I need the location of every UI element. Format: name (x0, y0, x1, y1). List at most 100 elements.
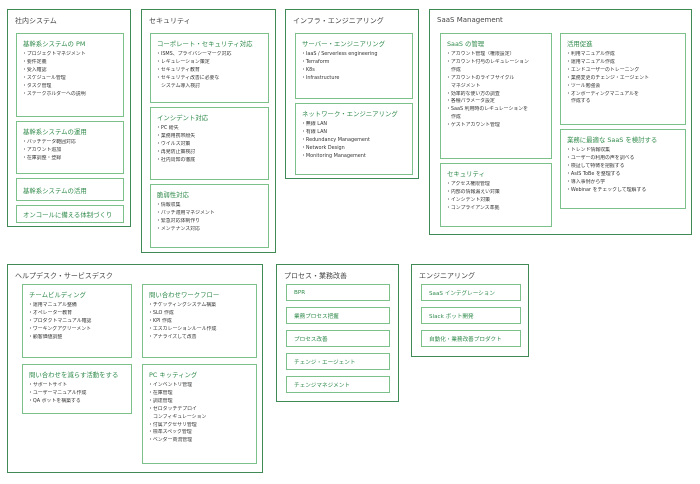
list-item: ・標準スペック管理 (148, 429, 192, 436)
box-saas-security: セキュリティ ・アクセス権限管理 ・内部の情報漏えい対策 ・インシデント対策 ・… (440, 163, 552, 227)
list-item: ・要件定義 (22, 58, 47, 65)
list-item: ・Terraform (301, 58, 330, 65)
box-title: チームビルディング (29, 291, 86, 299)
list-item: ・顧客価値調整 (28, 333, 63, 340)
list-item: ・各種パラメータ設定 (446, 98, 495, 105)
list-item: ・パッチ適用マネジメント (156, 209, 215, 216)
list-item: ・利用マニュアル作成 (566, 51, 615, 57)
pill-slack-bot: Slack ボット開発 (421, 307, 521, 324)
section-infra: インフラ・エンジニアリング サーバー・エンジニアリング ・IaaS / Serv… (285, 9, 419, 179)
box-inquiry-workflow: 問い合わせワークフロー ・チケッティングシステム構築 ・SLO 作成 ・KPI … (142, 284, 257, 358)
list-item: ・IaaS / Serverless engineering (301, 51, 378, 57)
box-katsuyo-sokushin: 活用促進 ・利用マニュアル作成 ・運用マニュアル作成 ・エンドユーザーのトレーニ… (560, 33, 686, 125)
item-list: ・情報収集 ・パッチ適用マネジメント ・緊急対応体制作り ・メンテナンス対応 (156, 202, 265, 234)
list-item: ・セキュリティ教育 (156, 66, 200, 73)
list-item: ・オンボーディングマニュアルを (566, 90, 639, 97)
list-item: ・Webinar をチェックして理解する (566, 186, 647, 193)
section-title: 社内システム (15, 17, 57, 25)
list-item: ・在庫調整・登録 (22, 154, 62, 161)
item-list: ・チケッティングシステム構築 ・SLO 作成 ・KPI 作成 ・エスカレーション… (148, 302, 253, 342)
box-corporate-security: コーポレート・セキュリティ対応 ・ISMS、プライバシーマーク対応 ・レギュレー… (150, 33, 269, 103)
box-title: PC キッティング (149, 371, 198, 379)
box-title: ネットワーク・エンジニアリング (302, 110, 398, 118)
box-server-engineering: サーバー・エンジニアリング ・IaaS / Serverless enginee… (295, 33, 413, 99)
list-item: ・エンドユーザーのトレーニング (566, 66, 640, 73)
list-item: ・インベントリ管理 (148, 382, 193, 388)
box-kikan-pm: 基幹系システムの PM ・プロジェクトマネジメント ・要件定義 ・受入確認 ・ス… (16, 33, 124, 117)
item-list: ・IaaS / Serverless engineering ・Terrafor… (301, 51, 409, 83)
list-item: ・Redundancy Management (301, 136, 370, 143)
box-title: セキュリティ (447, 170, 485, 178)
section-title: ヘルプデスク・サービスデスク (15, 272, 113, 280)
list-item: ・運用マニュアル作成 (566, 58, 615, 65)
list-item: ・スケジュール管理 (22, 74, 66, 81)
list-item: ・エスカレーションルール作成 (148, 325, 217, 332)
list-item: ・情報収集 (156, 202, 181, 208)
list-item: ・在庫管理 (148, 389, 173, 396)
section-shanai: 社内システム 基幹系システムの PM ・プロジェクトマネジメント ・要件定義 ・… (7, 9, 131, 227)
list-item: ・受入確認 (22, 66, 47, 73)
box-title: 問い合わせを減らす活動をする (29, 371, 119, 379)
list-item: ・ベンダー商流管理 (148, 437, 193, 444)
box-pc-kitting: PC キッティング ・インベントリ管理 ・在庫管理 ・調達管理 ・ゼロタッチデプ… (142, 364, 257, 464)
list-item: ・タスク管理 (22, 82, 52, 89)
list-item: ・ツール勉強会 (566, 82, 601, 89)
item-list: ・利用マニュアル作成 ・運用マニュアル作成 ・エンドユーザーのトレーニング ・業… (566, 51, 682, 106)
list-item: ・コンプライアンス準拠 (446, 204, 500, 211)
box-title: 基幹系システムの運用 (23, 128, 87, 136)
box-title: 基幹系システムの活用 (23, 187, 87, 195)
list-item: ・Infrastructure (301, 74, 340, 81)
box-vulnerability: 脆弱性対応 ・情報収集 ・パッチ適用マネジメント ・緊急対応体制作り ・メンテナ… (150, 184, 269, 248)
box-oncall: オンコールに備える体制づくり (16, 205, 124, 223)
list-item: ・内部の情報漏えい対策 (446, 188, 500, 195)
list-item: ・効率的な使い方の調査 (446, 90, 500, 97)
list-item: ・無線 LAN (301, 121, 328, 127)
box-title: 基幹系システムの PM (23, 40, 86, 48)
section-saas-management: SaaS Management SaaS の管理 ・アカウント管理（権限設定） … (429, 9, 692, 235)
section-process: プロセス・業務改善 BPR 業務プロセス把握 プロセス改善 チェンジ・エージェン… (276, 264, 399, 402)
list-item: ・ゲストアカウント管理 (446, 122, 500, 129)
list-item: ・ウイルス対策 (156, 140, 191, 147)
item-list: ・サポートサイト ・ユーザーマニュアル作成 ・QA ボットを構築する (28, 382, 128, 406)
list-item: ・サポートサイト (28, 382, 68, 388)
list-item: ・PC 紛失 (156, 125, 179, 131)
list-item: マネジメント (451, 82, 481, 89)
list-item: 作成 (451, 66, 461, 73)
box-kikan-unyo: 基幹系システムの運用 ・バッチデータ範囲対応 ・アカウント追加 ・在庫調整・登録 (16, 121, 124, 174)
list-item: ・ISMS、プライバシーマーク対応 (156, 51, 232, 57)
box-title: サーバー・エンジニアリング (302, 40, 386, 48)
item-list: ・アクセス権限管理 ・内部の情報漏えい対策 ・インシデント対策 ・コンプライアン… (446, 181, 548, 213)
list-item: ・ゼロタッチデプロイ (148, 405, 197, 412)
list-item: ・プロダクトマニュアル確認 (28, 317, 92, 324)
item-list: ・インベントリ管理 ・在庫管理 ・調達管理 ・ゼロタッチデプロイ コンフィギュレ… (148, 382, 253, 445)
list-item: ・KPI 作成 (148, 317, 172, 324)
section-engineering: エンジニアリング SaaS インテグレーション Slack ボット開発 自動化・… (411, 264, 529, 357)
box-title: 業務に最適な SaaS を検討する (567, 136, 658, 144)
list-item: ・業務変更のチェンジ・エージェント (566, 74, 650, 81)
box-reduce-inquiries: 問い合わせを減らす活動をする ・サポートサイト ・ユーザーマニュアル作成 ・QA… (22, 364, 132, 414)
list-item: ・オペレーター教育 (28, 309, 73, 316)
list-item: ・QA ボットを構築する (28, 397, 81, 404)
box-title: オンコールに備える体制づくり (23, 211, 113, 219)
list-item: ・ワーキングアグリーメント (28, 325, 91, 332)
list-item: ・社内周知の徹底 (156, 156, 196, 163)
list-item: システム導入検討 (161, 82, 200, 89)
box-title: コーポレート・セキュリティ対応 (157, 40, 253, 48)
box-saas-kanri: SaaS の管理 ・アカウント管理（権限設定） ・アカウント付与のレギュレーショ… (440, 33, 552, 159)
item-list: ・運用マニュアル整備 ・オペレーター教育 ・プロダクトマニュアル確認 ・ワーキン… (28, 302, 128, 342)
item-list: ・アカウント管理（権限設定） ・アカウント付与のレギュレーション 作成 ・アカウ… (446, 51, 548, 130)
list-item: ・ユーザーマニュアル作成 (28, 389, 87, 396)
list-item: ・有線 LAN (301, 128, 328, 135)
list-item: ・アカウント追加 (22, 146, 62, 153)
item-list: ・トレンド情報収集 ・ユーザーの利用の声を調べる ・検証して特徴を把握する ・A… (566, 147, 682, 194)
list-item: ・アナライズして改善 (148, 333, 197, 340)
item-list: ・PC 紛失 ・業務用携帯紛失 ・ウイルス対策 ・再発防止策検討 ・社内周知の徹… (156, 125, 265, 165)
list-item: ・バッチデータ範囲対応 (22, 139, 76, 145)
box-title: SaaS の管理 (447, 40, 485, 48)
pill-process-haaku: 業務プロセス把握 (286, 307, 390, 324)
list-item: ・レギュレーション策定 (156, 58, 210, 65)
list-item: ・AsIS ToBe を整理する (566, 170, 621, 177)
list-item: 作成する (571, 98, 591, 105)
item-list: ・ISMS、プライバシーマーク対応 ・レギュレーション策定 ・セキュリティ教育 … (156, 51, 265, 91)
list-item: ・ステークホルダーへの説明 (22, 90, 86, 97)
